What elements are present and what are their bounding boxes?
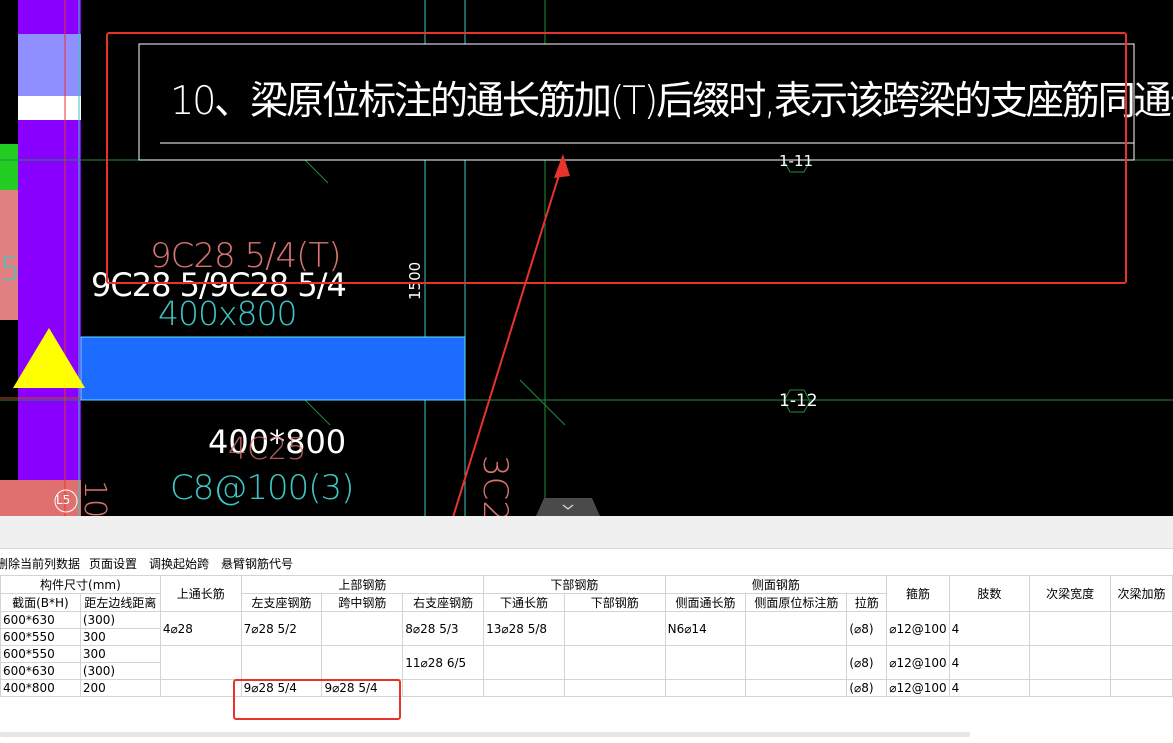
cell-sec-add[interactable] <box>1109 645 1173 680</box>
annotation-box-cells <box>233 679 401 720</box>
cell-bottom-through[interactable]: 13⌀28 5/8 <box>483 611 565 646</box>
cell-legs[interactable]: 4 <box>948 645 1031 680</box>
cell-tie[interactable]: (⌀8) <box>846 611 888 646</box>
left-circle-label: L5 <box>56 493 71 507</box>
header-bottom-rebar: 下部钢筋 <box>483 575 666 594</box>
panel-strip <box>0 516 1173 549</box>
stirrup-text: C8@100(3) <box>170 468 354 508</box>
cell-side-through[interactable] <box>664 645 747 680</box>
rebar-table: 构件尺寸(mm) 上通长筋 上部钢筋 下部钢筋 侧面钢筋 箍筋 肢数 次梁宽度 … <box>0 575 1173 697</box>
header-side-original: 侧面原位标注筋 <box>745 593 848 612</box>
header-mid-span: 跨中钢筋 <box>321 593 404 612</box>
left-side-text: 5 <box>0 250 21 288</box>
cell-side-original[interactable] <box>745 645 848 680</box>
swap-start-span-button[interactable]: 调换起始跨 <box>149 555 209 572</box>
header-right-support: 右支座钢筋 <box>402 593 485 612</box>
cell-tie[interactable]: (⌀8) <box>846 679 888 697</box>
cell-side-original[interactable] <box>745 611 848 646</box>
cell-offset[interactable]: 200 <box>79 679 161 697</box>
cell-mid-span[interactable] <box>321 611 404 646</box>
cell-sec-width[interactable] <box>1029 645 1111 680</box>
cell-stirrup[interactable]: ⌀12@100 <box>886 679 950 697</box>
cell-bottom[interactable] <box>564 679 666 697</box>
cell-left-support[interactable] <box>240 645 323 680</box>
table-row[interactable]: 400*800 200 9⌀28 5/4 9⌀28 5/4 (⌀8) ⌀12@1… <box>0 679 1173 697</box>
header-top-rebar: 上部钢筋 <box>240 575 485 594</box>
cell-side-through[interactable]: N6⌀14 <box>664 611 747 646</box>
cell-sec-add[interactable] <box>1109 679 1173 697</box>
cell-offset[interactable]: (300) <box>79 662 161 680</box>
cell-legs[interactable]: 4 <box>948 679 1031 697</box>
left-text: 100 <box>77 480 112 516</box>
header-offset: 距左边线距离 <box>79 593 161 612</box>
header-sec-width: 次梁宽度 <box>1029 575 1111 612</box>
cell-section[interactable]: 600*630 <box>0 611 81 629</box>
horizontal-scrollbar[interactable] <box>0 732 970 737</box>
table-toolbar: 删除当前列数据 页面设置 调换起始跨 悬臂钢筋代号 <box>0 548 1173 576</box>
cad-canvas[interactable]: 10、梁原位标注的通长筋加(T)后缀时,表示该跨梁的支座筋同通长筋。 1-11 … <box>0 0 1173 516</box>
cell-offset[interactable]: (300) <box>79 611 161 629</box>
header-size: 构件尺寸(mm) <box>0 575 161 594</box>
cell-bottom-through[interactable] <box>483 645 565 680</box>
header-left-support: 左支座钢筋 <box>240 593 323 612</box>
axis-label-1-12: 1-12 <box>779 391 818 411</box>
cell-top-through[interactable] <box>159 679 242 697</box>
header-legs: 肢数 <box>948 575 1031 612</box>
table-row[interactable]: 600*550 300 11⌀28 6/5 (⌀8) ⌀12@100 4 <box>0 645 1173 680</box>
header-top-through: 上通长筋 <box>159 575 242 612</box>
cell-offset[interactable]: 300 <box>79 645 161 663</box>
cantilever-code-button[interactable]: 悬臂钢筋代号 <box>221 555 293 572</box>
cell-section[interactable]: 400*800 <box>0 679 81 697</box>
cell-stirrup[interactable]: ⌀12@100 <box>886 611 950 646</box>
cell-legs[interactable]: 4 <box>948 611 1031 646</box>
cell-side-through[interactable] <box>664 679 747 697</box>
cell-sec-add[interactable] <box>1109 611 1173 646</box>
header-sec-add: 次梁加筋 <box>1109 575 1173 612</box>
cell-offset[interactable]: 300 <box>79 628 161 646</box>
cell-left-support[interactable]: 7⌀28 5/2 <box>240 611 323 646</box>
header-section: 截面(B*H) <box>0 593 81 612</box>
overlap-text: 4C25 <box>228 432 307 467</box>
cell-top-through[interactable]: 4⌀28 <box>159 611 242 646</box>
header-side-through: 侧面通长筋 <box>664 593 747 612</box>
cell-sec-width[interactable] <box>1029 611 1111 646</box>
cell-bottom[interactable] <box>564 645 666 680</box>
header-stirrup: 箍筋 <box>886 575 950 612</box>
cell-section[interactable]: 600*630 <box>0 662 81 680</box>
cell-mid-span[interactable] <box>321 645 404 680</box>
header-side-rebar: 侧面钢筋 <box>664 575 888 594</box>
delete-column-data-button[interactable]: 删除当前列数据 <box>0 555 80 572</box>
beam-shape[interactable] <box>80 336 466 401</box>
header-bottom-through: 下通长筋 <box>483 593 565 612</box>
cell-right-support[interactable] <box>402 679 485 697</box>
cell-side-original[interactable] <box>745 679 848 697</box>
cell-sec-width[interactable] <box>1029 679 1111 697</box>
cell-right-support[interactable]: 11⌀28 6/5 <box>402 645 485 680</box>
annotation-box-note <box>106 32 1127 284</box>
table-row[interactable]: 600*630 (300) 4⌀28 7⌀28 5/2 8⌀28 5/3 13⌀… <box>0 611 1173 646</box>
cell-tie[interactable]: (⌀8) <box>846 645 888 680</box>
cell-bottom-through[interactable] <box>483 679 565 697</box>
vertical-text: 3C25 <box>475 455 515 516</box>
header-bottom: 下部钢筋 <box>564 593 666 612</box>
page-setup-button[interactable]: 页面设置 <box>89 555 137 572</box>
rebar-table-panel: 删除当前列数据 页面设置 调换起始跨 悬臂钢筋代号 构件尺寸(mm) 上通长筋 … <box>0 516 1173 743</box>
cell-bottom[interactable] <box>564 611 666 646</box>
cell-top-through[interactable] <box>159 645 242 680</box>
cell-right-support[interactable]: 8⌀28 5/3 <box>402 611 485 646</box>
cell-section[interactable]: 600*550 <box>0 645 81 663</box>
header-tie: 拉筋 <box>846 593 888 612</box>
cell-stirrup[interactable]: ⌀12@100 <box>886 645 950 680</box>
beam-size-cyan: 400x800 <box>158 294 298 333</box>
cell-section[interactable]: 600*550 <box>0 628 81 646</box>
